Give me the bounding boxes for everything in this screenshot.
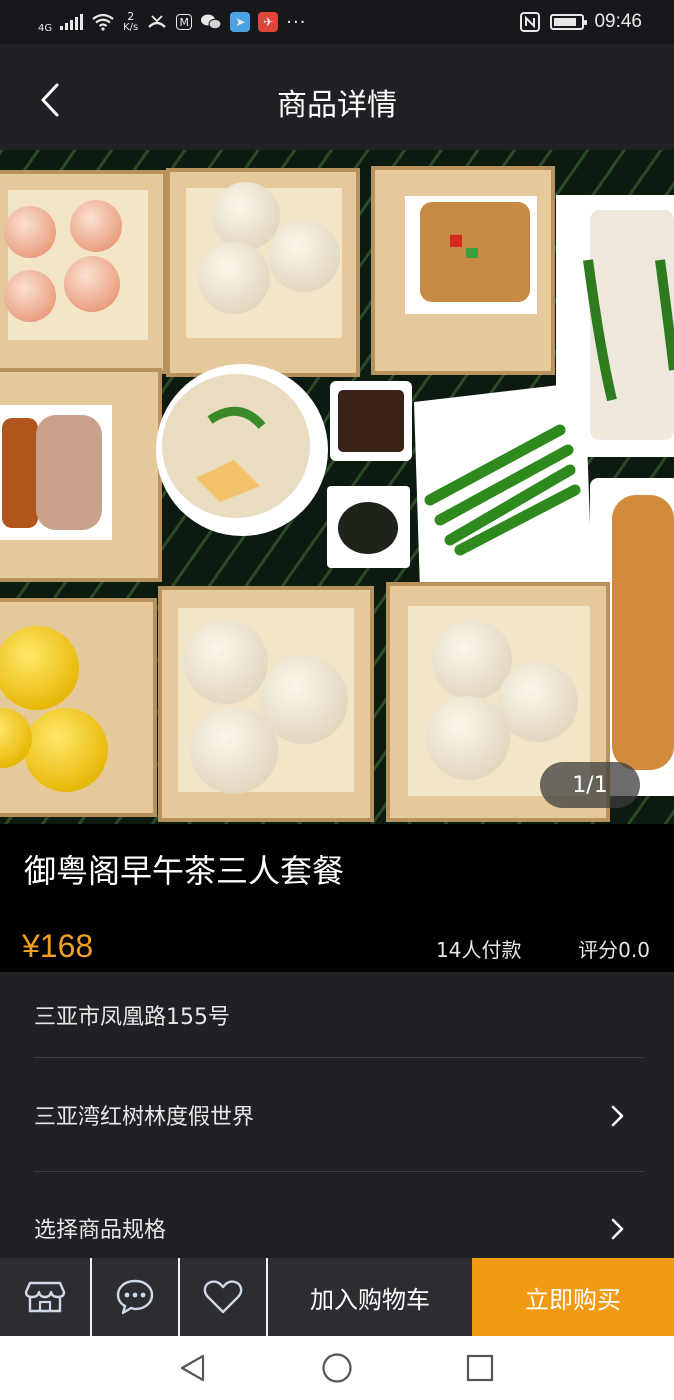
system-nav-bar xyxy=(0,1336,674,1400)
circle-home-icon xyxy=(322,1353,352,1383)
status-bar: 4G 2 K/s M ➤ ✈ ··· 09:46 xyxy=(0,0,674,44)
add-to-cart-button[interactable]: 加入购物车 xyxy=(268,1258,472,1336)
buy-now-button[interactable]: 立即购买 xyxy=(472,1258,674,1336)
app-icon: ✈ xyxy=(258,12,279,32)
more-notifications: ··· xyxy=(286,11,307,33)
address-text: 三亚市凤凰路155号 xyxy=(34,1004,230,1030)
product-rating: 评分0.0 xyxy=(578,938,650,962)
chat-icon xyxy=(116,1279,154,1315)
address-row: 三亚市凤凰路155号 xyxy=(34,972,644,1058)
image-counter: 1/1 xyxy=(540,762,640,808)
spec-row[interactable]: 选择商品规格 xyxy=(34,1172,644,1258)
missed-call-icon xyxy=(148,15,167,28)
dim-sum-photo xyxy=(0,150,674,824)
app-icon: ➤ xyxy=(230,12,251,32)
triangle-back-icon xyxy=(180,1354,205,1382)
signal-icon xyxy=(60,14,84,30)
venue-row[interactable]: 三亚湾红树林度假世界 xyxy=(34,1058,644,1172)
product-info: 御粤阁早午茶三人套餐 ¥168 14人付款 评分0.0 xyxy=(0,824,674,972)
network-type: 4G xyxy=(38,22,53,34)
nav-back-button[interactable] xyxy=(176,1352,208,1384)
shop-button[interactable] xyxy=(0,1258,92,1336)
product-title: 御粤阁早午茶三人套餐 xyxy=(24,852,345,890)
wechat-icon xyxy=(201,14,222,30)
chat-button[interactable] xyxy=(92,1258,180,1336)
mail-icon: M xyxy=(176,14,193,30)
network-speed: 2 K/s xyxy=(123,10,139,33)
buyer-count: 14人付款 xyxy=(436,938,522,962)
square-recents-icon xyxy=(466,1354,494,1382)
wifi-icon xyxy=(92,13,114,31)
favorite-button[interactable] xyxy=(180,1258,268,1336)
product-image[interactable]: 1/1 xyxy=(0,150,674,824)
venue-text: 三亚湾红树林度假世界 xyxy=(34,1104,255,1130)
battery-icon xyxy=(550,14,588,30)
clock: 09:46 xyxy=(594,11,642,32)
nav-recents-button[interactable] xyxy=(464,1352,496,1384)
page-title: 商品详情 xyxy=(277,88,397,123)
heart-icon xyxy=(203,1280,243,1314)
product-price: ¥168 xyxy=(22,928,94,964)
action-bar: 加入购物车 立即购买 xyxy=(0,1258,674,1336)
shop-icon xyxy=(24,1281,66,1313)
nfc-icon xyxy=(520,12,541,32)
spec-text: 选择商品规格 xyxy=(34,1218,167,1243)
app-header: 商品详情 xyxy=(0,44,674,150)
chevron-right-icon xyxy=(611,1105,624,1126)
nav-home-button[interactable] xyxy=(321,1352,353,1384)
chevron-right-icon xyxy=(611,1218,624,1240)
